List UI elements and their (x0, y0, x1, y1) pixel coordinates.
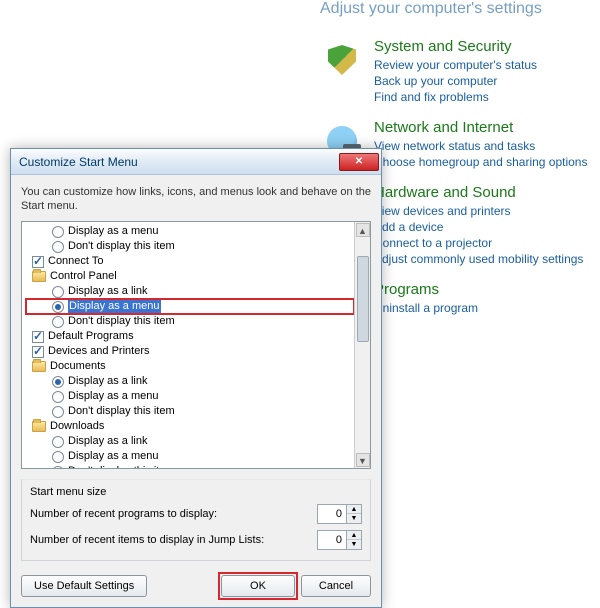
recent-programs-label: Number of recent programs to display: (30, 508, 217, 520)
tree-row-label: Don't display this item (68, 464, 175, 468)
spinner-up-icon[interactable]: ▲ (347, 531, 361, 540)
category-link[interactable]: Back up your computer (374, 73, 537, 89)
dialog-titlebar[interactable]: Customize Start Menu ✕ (11, 149, 381, 175)
category: System and Security Review your computer'… (320, 38, 600, 105)
radio-icon[interactable] (52, 466, 64, 469)
jumplist-items-input[interactable] (318, 531, 346, 549)
recent-programs-input[interactable] (318, 505, 346, 523)
radio-icon[interactable] (52, 226, 64, 238)
tree-row-label: Display as a link (68, 434, 147, 449)
spinner-up-icon[interactable]: ▲ (347, 505, 361, 514)
category-title[interactable]: System and Security (374, 38, 537, 55)
category-link[interactable]: View devices and printers (374, 203, 583, 219)
radio-icon[interactable] (52, 376, 64, 388)
checkbox-icon[interactable] (32, 331, 44, 343)
folder-icon[interactable] (32, 271, 46, 282)
ok-button[interactable]: OK (221, 575, 295, 597)
scroll-up-arrow-icon[interactable]: ▲ (356, 223, 370, 237)
page-heading: Adjust your computer's settings (320, 0, 600, 18)
tree-row-label: Display as a menu (68, 299, 161, 314)
tree-row-label: Control Panel (50, 269, 117, 284)
radio-icon[interactable] (52, 391, 64, 403)
tree-row[interactable]: Don't display this item (26, 314, 354, 329)
tree-row-label: Display as a menu (68, 224, 159, 239)
size-heading: Start menu size (30, 486, 362, 498)
category-link[interactable]: Connect to a projector (374, 235, 583, 251)
category-title[interactable]: Programs (374, 281, 478, 298)
tree-row[interactable]: Default Programs (26, 329, 354, 344)
scroll-thumb[interactable] (357, 256, 369, 342)
tree-row[interactable]: Display as a link (26, 434, 354, 449)
radio-icon[interactable] (52, 436, 64, 448)
recent-programs-spinner[interactable]: ▲▼ (317, 504, 362, 524)
radio-icon[interactable] (52, 316, 64, 328)
tree-row[interactable]: Display as a menu (26, 299, 354, 314)
scroll-down-arrow-icon[interactable]: ▼ (356, 453, 370, 467)
folder-icon[interactable] (32, 421, 46, 432)
use-default-settings-button[interactable]: Use Default Settings (21, 575, 147, 597)
tree-row[interactable]: Display as a menu (26, 389, 354, 404)
tree-row-label: Documents (50, 359, 106, 374)
radio-icon[interactable] (52, 301, 64, 313)
tree-row[interactable]: Don't display this item (26, 464, 354, 468)
tree-row-label: Downloads (50, 419, 104, 434)
tree-row[interactable]: Control Panel (26, 269, 354, 284)
tree-row[interactable]: Devices and Printers (26, 344, 354, 359)
tree-row-label: Default Programs (48, 329, 134, 344)
start-menu-size-group: Start menu size Number of recent program… (21, 479, 371, 561)
tree-row[interactable]: Don't display this item (26, 404, 354, 419)
options-tree-viewport[interactable]: Display as a menuDon't display this item… (22, 222, 354, 468)
spinner-down-icon[interactable]: ▼ (347, 540, 361, 549)
tree-row-label: Don't display this item (68, 239, 175, 254)
tree-row[interactable]: Display as a link (26, 374, 354, 389)
category-link[interactable]: Find and fix problems (374, 89, 537, 105)
close-button[interactable]: ✕ (339, 153, 379, 171)
tree-row-label: Display as a menu (68, 449, 159, 464)
checkbox-icon[interactable] (32, 256, 44, 268)
category-link[interactable]: Uninstall a program (374, 300, 478, 316)
tree-row[interactable]: Display as a menu (26, 224, 354, 239)
category-link[interactable]: View network status and tasks (374, 138, 587, 154)
category-title[interactable]: Hardware and Sound (374, 184, 583, 201)
radio-icon[interactable] (52, 451, 64, 463)
radio-icon[interactable] (52, 241, 64, 253)
tree-row[interactable]: Connect To (26, 254, 354, 269)
category-title[interactable]: Network and Internet (374, 119, 587, 136)
shield-icon (320, 38, 364, 82)
category-link[interactable]: Adjust commonly used mobility settings (374, 251, 583, 267)
dialog-instruction: You can customize how links, icons, and … (21, 185, 371, 213)
checkbox-icon[interactable] (32, 346, 44, 358)
tree-row[interactable]: Display as a link (26, 284, 354, 299)
category-link[interactable]: Review your computer's status (374, 57, 537, 73)
tree-row[interactable]: Don't display this item (26, 239, 354, 254)
tree-row-label: Devices and Printers (48, 344, 150, 359)
spinner-down-icon[interactable]: ▼ (347, 514, 361, 523)
radio-icon[interactable] (52, 406, 64, 418)
options-tree: Display as a menuDon't display this item… (21, 221, 371, 469)
jumplist-items-spinner[interactable]: ▲▼ (317, 530, 362, 550)
tree-row-label: Display as a link (68, 284, 147, 299)
jumplist-items-label: Number of recent items to display in Jum… (30, 534, 264, 546)
radio-icon[interactable] (52, 286, 64, 298)
category-link[interactable]: Choose homegroup and sharing options (374, 154, 587, 170)
tree-row-label: Display as a menu (68, 389, 159, 404)
tree-row-label: Don't display this item (68, 314, 175, 329)
vertical-scrollbar[interactable]: ▲ ▼ (354, 222, 370, 468)
tree-row[interactable]: Display as a menu (26, 449, 354, 464)
close-icon: ✕ (355, 157, 363, 167)
folder-icon[interactable] (32, 361, 46, 372)
tree-row-label: Connect To (48, 254, 103, 269)
dialog-button-row: Use Default Settings OK Cancel (11, 567, 381, 607)
dialog-title: Customize Start Menu (19, 155, 339, 169)
tree-row-label: Don't display this item (68, 404, 175, 419)
cancel-button[interactable]: Cancel (301, 575, 371, 597)
customize-start-menu-dialog: Customize Start Menu ✕ You can customize… (10, 148, 382, 608)
tree-row-label: Display as a link (68, 374, 147, 389)
category-link[interactable]: Add a device (374, 219, 583, 235)
tree-row[interactable]: Downloads (26, 419, 354, 434)
tree-row[interactable]: Documents (26, 359, 354, 374)
